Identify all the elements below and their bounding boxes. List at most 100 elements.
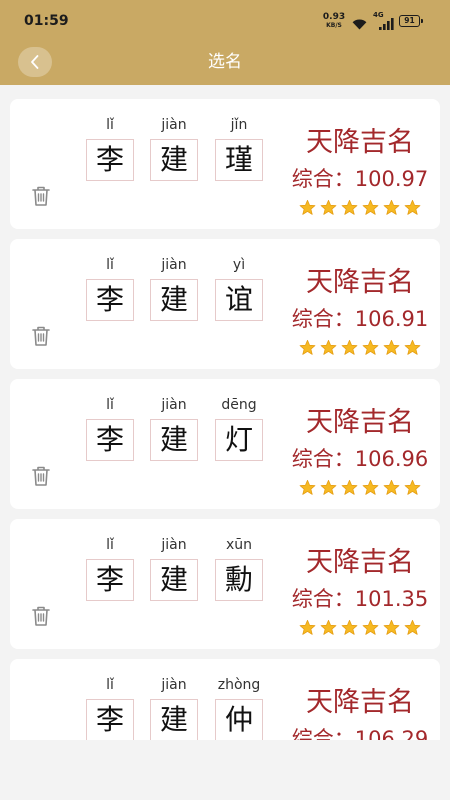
char-box: 瑾 — [215, 139, 263, 181]
star-icon — [362, 619, 379, 636]
score-value: 106.29 — [354, 727, 429, 740]
name-char: 勳 — [224, 563, 253, 596]
signal-icon — [379, 15, 394, 30]
name-char-cell: jiàn 建 — [150, 379, 198, 469]
battery-icon: 91 — [399, 15, 423, 27]
evaluation-label: 天降吉名 — [306, 687, 414, 718]
name-char-cell: jiàn 建 — [150, 659, 198, 740]
score-label: 综合： — [291, 727, 355, 740]
name-char: 建 — [159, 703, 188, 736]
name-char: 灯 — [224, 423, 253, 456]
evaluation-label: 天降吉名 — [306, 267, 414, 298]
char-box: 建 — [150, 279, 198, 321]
trash-icon[interactable] — [31, 325, 51, 347]
name-char-cell: lǐ 李 — [86, 379, 134, 469]
name-evaluation: 天降吉名 综合：106.29 — [285, 659, 435, 740]
pinyin-label: lǐ — [106, 677, 114, 693]
network-speed-unit: KB/S — [326, 22, 342, 29]
pinyin-label: lǐ — [106, 537, 114, 553]
char-box: 李 — [86, 419, 134, 461]
name-card[interactable]: lǐ 李 jiàn 建 xūn 勳 天降吉名 综合：101.35 — [10, 519, 440, 649]
star-icon — [362, 339, 379, 356]
overall-score: 综合：106.91 — [285, 306, 435, 332]
name-char: 李 — [95, 143, 124, 176]
name-card[interactable]: lǐ 李 jiàn 建 jǐn 瑾 天降吉名 综合：100.97 — [10, 99, 440, 229]
char-box: 建 — [150, 559, 198, 601]
name-card[interactable]: lǐ 李 jiàn 建 zhòng 仲 天降吉名 综合：106.29 — [10, 659, 440, 740]
char-box: 李 — [86, 279, 134, 321]
star-icon — [320, 339, 337, 356]
evaluation-label: 天降吉名 — [306, 547, 414, 578]
star-icon — [362, 479, 379, 496]
name-evaluation: 天降吉名 综合：106.96 — [285, 379, 435, 509]
star-icon — [404, 199, 421, 216]
char-box: 灯 — [215, 419, 263, 461]
network-speed-value: 0.93 — [322, 12, 346, 22]
pinyin-label: jiàn — [161, 537, 187, 553]
star-icon — [320, 199, 337, 216]
wifi-icon — [352, 15, 367, 30]
star-rating — [285, 479, 435, 497]
name-char: 李 — [95, 563, 124, 596]
score-label: 综合： — [291, 447, 355, 471]
trash-icon[interactable] — [31, 465, 51, 487]
name-char-cell: jiàn 建 — [150, 239, 198, 329]
star-icon — [299, 339, 316, 356]
star-icon — [341, 339, 358, 356]
star-icon — [383, 479, 400, 496]
pinyin-label: jǐn — [230, 117, 248, 133]
star-icon — [320, 619, 337, 636]
star-icon — [320, 479, 337, 496]
name-evaluation: 天降吉名 综合：101.35 — [285, 519, 435, 649]
star-icon — [383, 619, 400, 636]
char-box: 仲 — [215, 699, 263, 740]
name-list[interactable]: lǐ 李 jiàn 建 jǐn 瑾 天降吉名 综合：100.97 lǐ 李 ji… — [0, 85, 450, 740]
char-box: 建 — [150, 139, 198, 181]
name-char-cell: lǐ 李 — [86, 99, 134, 189]
overall-score: 综合：106.96 — [285, 446, 435, 472]
name-char: 建 — [159, 143, 188, 176]
star-rating — [285, 619, 435, 637]
char-box: 建 — [150, 699, 198, 740]
star-icon — [341, 619, 358, 636]
star-icon — [341, 479, 358, 496]
evaluation-label: 天降吉名 — [306, 407, 414, 438]
name-char-cell: jǐn 瑾 — [215, 99, 263, 189]
name-char-cell: lǐ 李 — [86, 519, 134, 609]
trash-icon[interactable] — [31, 185, 51, 207]
name-char: 瑾 — [224, 143, 253, 176]
evaluation-label: 天降吉名 — [306, 127, 414, 158]
star-icon — [383, 339, 400, 356]
top-bar: 01:59 0.93 KB/S 4G 91 选名 — [0, 0, 450, 85]
overall-score: 综合：106.29 — [285, 726, 435, 740]
trash-icon[interactable] — [31, 605, 51, 627]
name-char-cell: zhòng 仲 — [215, 659, 263, 740]
name-evaluation: 天降吉名 综合：106.91 — [285, 239, 435, 369]
pinyin-label: lǐ — [106, 397, 114, 413]
name-char: 仲 — [224, 703, 253, 736]
pinyin-label: jiàn — [161, 117, 187, 133]
score-label: 综合： — [291, 587, 355, 611]
name-char: 李 — [95, 703, 124, 736]
star-icon — [299, 619, 316, 636]
name-char: 建 — [159, 283, 188, 316]
name-char-cell: lǐ 李 — [86, 239, 134, 329]
char-box: 勳 — [215, 559, 263, 601]
name-char: 李 — [95, 283, 124, 316]
char-box: 李 — [86, 699, 134, 740]
star-icon — [341, 199, 358, 216]
star-icon — [362, 199, 379, 216]
name-char-cell: jiàn 建 — [150, 519, 198, 609]
name-card[interactable]: lǐ 李 jiàn 建 dēng 灯 天降吉名 综合：106.96 — [10, 379, 440, 509]
char-box: 李 — [86, 139, 134, 181]
overall-score: 综合：101.35 — [285, 586, 435, 612]
status-bar: 01:59 0.93 KB/S 4G 91 — [0, 0, 450, 40]
star-icon — [404, 619, 421, 636]
pinyin-label: zhòng — [217, 677, 261, 693]
network-speed: 0.93 KB/S — [321, 13, 347, 30]
name-card[interactable]: lǐ 李 jiàn 建 yì 谊 天降吉名 综合：106.91 — [10, 239, 440, 369]
name-char-cell: yì 谊 — [215, 239, 263, 329]
page-title: 选名 — [208, 52, 242, 72]
star-icon — [383, 199, 400, 216]
name-char-cell: dēng 灯 — [215, 379, 263, 469]
